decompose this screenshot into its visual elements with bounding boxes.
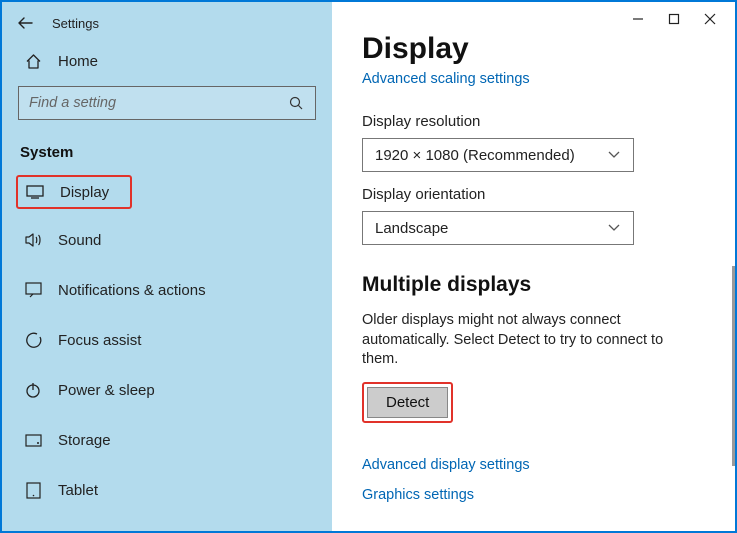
sidebar-item-label: Tablet bbox=[58, 482, 98, 499]
settings-window: Settings Home System Display Sound bbox=[0, 0, 737, 533]
power-icon bbox=[24, 381, 42, 399]
advanced-scaling-link[interactable]: Advanced scaling settings bbox=[362, 71, 530, 87]
sidebar-item-notifications[interactable]: Notifications & actions bbox=[2, 271, 332, 309]
window-title: Settings bbox=[52, 16, 99, 31]
sidebar-item-label: Notifications & actions bbox=[58, 282, 206, 299]
tablet-icon bbox=[24, 481, 42, 499]
sidebar-item-label: Storage bbox=[58, 432, 111, 449]
page-title: Display bbox=[362, 32, 729, 66]
resolution-value: 1920 × 1080 (Recommended) bbox=[375, 147, 575, 164]
orientation-value: Landscape bbox=[375, 220, 448, 237]
advanced-display-link[interactable]: Advanced display settings bbox=[362, 457, 729, 473]
display-icon bbox=[26, 183, 44, 201]
chevron-down-icon bbox=[605, 219, 623, 237]
close-icon[interactable] bbox=[703, 12, 717, 26]
maximize-icon[interactable] bbox=[667, 12, 681, 26]
sidebar-section-title: System bbox=[2, 134, 332, 175]
notifications-icon bbox=[24, 281, 42, 299]
storage-icon bbox=[24, 431, 42, 449]
sound-icon bbox=[24, 231, 42, 249]
scrollbar-thumb[interactable] bbox=[732, 266, 735, 466]
orientation-label: Display orientation bbox=[362, 186, 729, 203]
sidebar-item-label: Sound bbox=[58, 232, 101, 249]
sidebar-header: Settings bbox=[2, 2, 332, 40]
focus-assist-icon bbox=[24, 331, 42, 349]
sidebar-item-focus-assist[interactable]: Focus assist bbox=[2, 321, 332, 359]
sidebar-home[interactable]: Home bbox=[2, 40, 332, 80]
detect-button[interactable]: Detect bbox=[367, 387, 448, 418]
home-label: Home bbox=[58, 53, 98, 70]
sidebar-item-power-sleep[interactable]: Power & sleep bbox=[2, 371, 332, 409]
chevron-down-icon bbox=[605, 146, 623, 164]
window-controls bbox=[619, 6, 729, 32]
search-box[interactable] bbox=[18, 86, 316, 120]
search-input[interactable] bbox=[29, 95, 288, 111]
minimize-icon[interactable] bbox=[631, 12, 645, 26]
detect-button-highlight: Detect bbox=[362, 382, 453, 423]
main-content: Display Advanced scaling settings Displa… bbox=[332, 2, 735, 531]
home-icon bbox=[24, 52, 42, 70]
resolution-label: Display resolution bbox=[362, 113, 729, 130]
sidebar-item-label: Focus assist bbox=[58, 332, 141, 349]
search-icon bbox=[288, 94, 305, 112]
resolution-dropdown[interactable]: 1920 × 1080 (Recommended) bbox=[362, 138, 634, 172]
orientation-dropdown[interactable]: Landscape bbox=[362, 211, 634, 245]
sidebar-item-tablet[interactable]: Tablet bbox=[2, 471, 332, 509]
multiple-displays-title: Multiple displays bbox=[362, 273, 729, 297]
sidebar-item-storage[interactable]: Storage bbox=[2, 421, 332, 459]
sidebar: Settings Home System Display Sound bbox=[2, 2, 332, 531]
multiple-displays-desc: Older displays might not always connect … bbox=[362, 311, 702, 370]
sidebar-item-label: Display bbox=[60, 184, 109, 201]
graphics-settings-link[interactable]: Graphics settings bbox=[362, 487, 729, 503]
back-icon[interactable] bbox=[16, 14, 34, 32]
sidebar-item-sound[interactable]: Sound bbox=[2, 221, 332, 259]
sidebar-item-display[interactable]: Display bbox=[16, 175, 132, 209]
sidebar-item-label: Power & sleep bbox=[58, 382, 155, 399]
